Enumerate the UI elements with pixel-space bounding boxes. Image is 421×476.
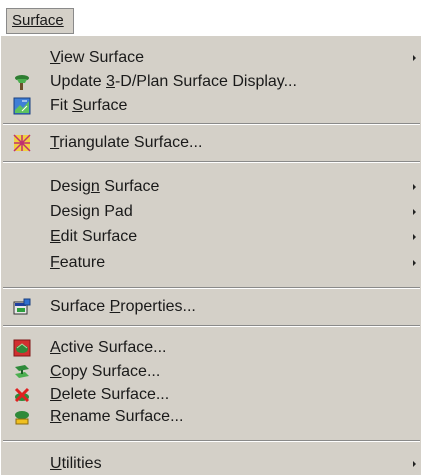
menu-separator xyxy=(3,325,420,327)
menu-item-view-surface[interactable]: View Surface xyxy=(1,46,421,70)
menu-item-label: Update 3-D/Plan Surface Display... xyxy=(50,73,297,90)
submenu-arrow-icon xyxy=(413,184,416,190)
menu-item-design-surface[interactable]: Design Surface xyxy=(1,175,421,199)
menu-item-edit-surface[interactable]: Edit Surface xyxy=(1,225,421,249)
menu-item-label: Copy Surface... xyxy=(50,363,161,380)
menu-item-surface-properties[interactable]: Surface Properties... xyxy=(1,295,421,319)
menu-item-label: Design Surface xyxy=(50,178,160,195)
surface-menu-title[interactable]: Surface xyxy=(6,8,74,34)
active-surface-icon xyxy=(13,339,31,357)
surface-menu-title-text: Surface xyxy=(12,12,64,29)
menu-separator xyxy=(3,123,420,125)
menu-separator xyxy=(3,287,420,289)
menu-item-label: Triangulate Surface... xyxy=(50,134,203,151)
submenu-arrow-icon xyxy=(413,260,416,266)
submenu-arrow-icon xyxy=(413,55,416,61)
menu-bar: Surface xyxy=(0,0,421,37)
submenu-arrow-icon xyxy=(413,209,416,215)
menu-item-feature[interactable]: Feature xyxy=(1,251,421,275)
submenu-arrow-icon xyxy=(413,461,416,467)
submenu-arrow-icon xyxy=(413,234,416,240)
menu-item-triangulate-surface[interactable]: Triangulate Surface... xyxy=(1,131,421,155)
fit-surface-icon xyxy=(13,97,31,115)
menu-item-label: Fit Surface xyxy=(50,97,128,114)
menu-item-label: Design Pad xyxy=(50,203,133,220)
menu-item-update-surface-display[interactable]: Update 3-D/Plan Surface Display... xyxy=(1,70,421,94)
surface-properties-icon xyxy=(13,298,31,315)
menu-item-label: View Surface xyxy=(50,49,144,66)
menu-separator xyxy=(3,161,420,163)
menu-item-design-pad[interactable]: Design Pad xyxy=(1,200,421,224)
menu-item-label: Feature xyxy=(50,254,106,271)
menu-item-utilities[interactable]: Utilities xyxy=(1,452,421,476)
menu-item-copy-surface[interactable]: Copy Surface... xyxy=(1,360,421,384)
copy-surface-icon xyxy=(15,365,29,378)
rename-surface-icon xyxy=(15,411,29,425)
menu-item-delete-surface[interactable]: Delete Surface... xyxy=(1,383,421,407)
menu-item-rename-surface[interactable]: Rename Surface... xyxy=(1,405,421,429)
menu-item-label: Delete Surface... xyxy=(50,386,170,403)
menu-item-label: Rename Surface... xyxy=(50,408,184,425)
menu-item-fit-surface[interactable]: Fit Surface xyxy=(1,94,421,118)
menu-separator xyxy=(3,440,420,442)
menu-item-label: Surface Properties... xyxy=(50,298,196,315)
triangulate-icon xyxy=(13,134,31,152)
menu-item-label: Active Surface... xyxy=(50,339,167,356)
menu-item-label: Utilities xyxy=(50,455,102,472)
menu-item-label: Edit Surface xyxy=(50,228,138,245)
surface-dropdown-menu: View Surface Update 3-D/Plan Surface Dis… xyxy=(0,35,421,475)
menu-item-active-surface[interactable]: Active Surface... xyxy=(1,336,421,360)
update-surface-icon xyxy=(15,75,29,90)
delete-surface-icon xyxy=(14,387,30,403)
